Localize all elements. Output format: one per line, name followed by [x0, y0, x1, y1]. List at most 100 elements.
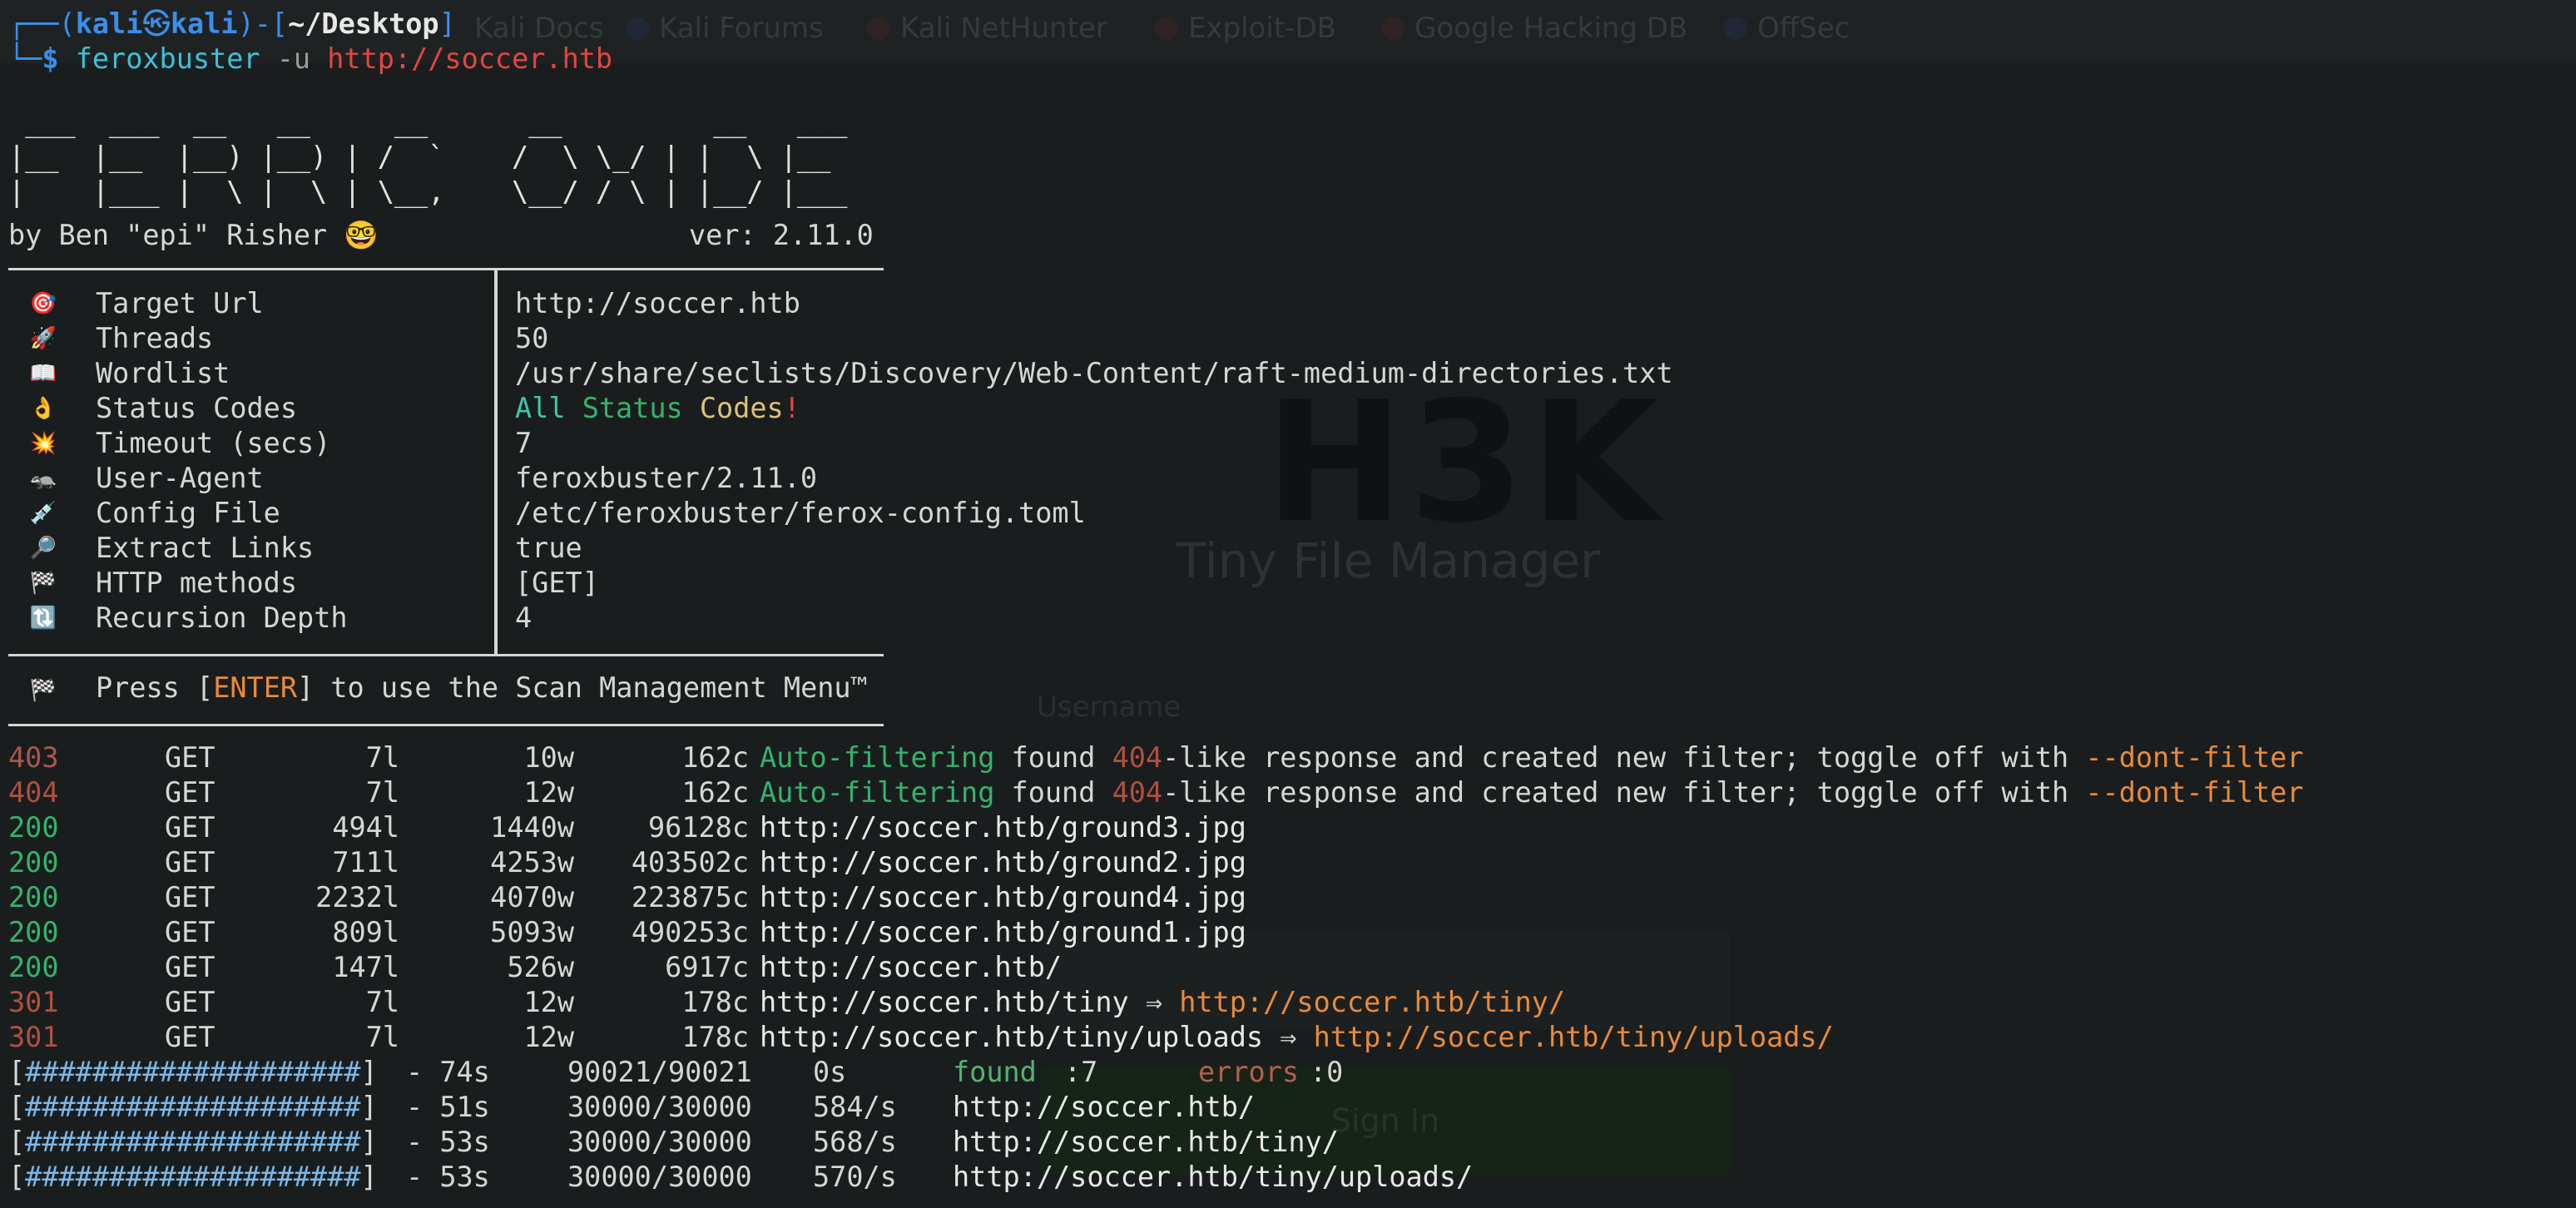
- result-url[interactable]: http://soccer.htb/ground4.jpg: [760, 881, 1246, 913]
- checkered-flag-icon: 🏁: [29, 571, 57, 596]
- result-row: 200 GET 809l 5093w 490253c http://soccer.htb/…: [8, 915, 2504, 950]
- config-key: Target Url: [96, 287, 264, 319]
- request-count: 30000/30000: [567, 1091, 752, 1123]
- status-codes-part: Status: [582, 392, 683, 424]
- result-detail: http://soccer.htb/: [760, 950, 1062, 985]
- status-code: 200: [8, 951, 59, 983]
- terminal[interactable]: ┌──(kali㉿kali)-[~/Desktop] └─$ feroxbust…: [8, 0, 2571, 1208]
- status-code: 403: [8, 741, 59, 774]
- result-detail: http://soccer.htb/tiny/uploads ⇒ http://…: [760, 1020, 1834, 1055]
- result-row: 200 GET 147l 526w 6917c http://soccer.htb/: [8, 950, 2504, 985]
- filter-message: -like response and created new filter; t…: [1162, 776, 2069, 809]
- result-url[interactable]: http://soccer.htb/tiny: [760, 986, 1129, 1018]
- config-value: feroxbuster/2.11.0: [515, 462, 818, 494]
- progress-row: [####################] - 51s 30000/30000 58…: [8, 1090, 2005, 1125]
- http-method: GET: [165, 811, 215, 844]
- line-count: 494l: [332, 811, 399, 844]
- word-count: 1440w: [490, 811, 574, 844]
- result-url[interactable]: http://soccer.htb/ground2.jpg: [760, 846, 1246, 879]
- prompt-frame: ]: [438, 7, 456, 40]
- word-count: 12w: [523, 776, 574, 809]
- request-rate: 584/s: [813, 1091, 897, 1123]
- progress-bar-fill: ####################: [25, 1091, 361, 1123]
- progress-bar-fill: ####################: [25, 1126, 361, 1158]
- status-codes-part: Codes: [699, 392, 784, 424]
- char-count: 403502c: [631, 846, 749, 879]
- command-flag: -u: [276, 42, 311, 75]
- status-code: 200: [8, 881, 59, 913]
- progress-url: http://soccer.htb/: [953, 1091, 1256, 1123]
- command-name: feroxbuster: [75, 42, 260, 75]
- status-code: 404: [8, 776, 59, 809]
- char-count: 178c: [681, 986, 749, 1018]
- config-key: Config File: [96, 497, 280, 529]
- result-row: 404 GET 7l 12w 162c Auto-filtering found 404-…: [8, 775, 2504, 810]
- timeout-icon: 💥: [29, 431, 57, 456]
- ok-hand-icon: 👌: [29, 396, 57, 421]
- errors-label: errors: [1198, 1056, 1300, 1088]
- result-url[interactable]: http://soccer.htb/ground3.jpg: [760, 811, 1246, 844]
- result-row: 301 GET 7l 12w 178c http://soccer.htb/tiny ⇒ …: [8, 985, 2504, 1020]
- dont-filter-flag: --dont-filter: [2085, 741, 2304, 774]
- http-method: GET: [165, 776, 215, 809]
- word-count: 4070w: [490, 881, 574, 913]
- result-detail: Auto-filtering found 404-like response a…: [760, 740, 2304, 775]
- line-count: 7l: [365, 776, 399, 809]
- menu-text: Press [: [96, 671, 214, 704]
- progress-bar: [####################]: [8, 1161, 378, 1193]
- command-url: http://soccer.htb: [327, 42, 613, 75]
- rocket-icon: 🚀: [29, 326, 57, 351]
- progress-bar-fill: ####################: [25, 1161, 361, 1193]
- result-detail: Auto-filtering found 404-like response a…: [760, 775, 2304, 810]
- config-value: /etc/feroxbuster/ferox-config.toml: [515, 497, 1086, 529]
- status-code: 301: [8, 1021, 59, 1053]
- elapsed-time: - 53s: [406, 1126, 490, 1158]
- redirect-url[interactable]: http://soccer.htb/tiny/: [1179, 986, 1565, 1018]
- config-value: true: [515, 532, 582, 564]
- target-icon: 🎯: [29, 291, 57, 316]
- status-code: 301: [8, 986, 59, 1018]
- found-label: found: [953, 1056, 1037, 1088]
- result-row: 301 GET 7l 12w 178c http://soccer.htb/tiny/up…: [8, 1020, 2504, 1055]
- errors-value: :0: [1310, 1056, 1344, 1088]
- config-value: 4: [515, 602, 533, 634]
- redirect-arrow-icon: ⇒: [1145, 986, 1163, 1018]
- prompt-frame: )-[: [237, 7, 289, 40]
- recursion-icon: 🔃: [29, 606, 57, 631]
- result-url[interactable]: http://soccer.htb/: [760, 951, 1062, 983]
- checkered-flag-icon: 🏁: [29, 678, 57, 703]
- prompt-dollar: $: [42, 42, 59, 75]
- book-icon: 📖: [29, 361, 57, 386]
- config-value: http://soccer.htb: [515, 287, 800, 319]
- char-count: 223875c: [631, 881, 749, 913]
- progress-bar: [####################]: [8, 1126, 378, 1158]
- progress-row: [####################] - 74s 90021/90021 0s…: [8, 1055, 2005, 1090]
- progress-url: http://soccer.htb/tiny/uploads/: [953, 1161, 1474, 1193]
- line-count: 7l: [365, 741, 399, 774]
- prompt-host: kali: [170, 7, 238, 40]
- config-key: Extract Links: [96, 532, 315, 564]
- banner-version: ver: 2.11.0: [689, 219, 874, 251]
- magnifier-icon: 🔎: [29, 536, 57, 561]
- result-url[interactable]: http://soccer.htb/ground1.jpg: [760, 916, 1246, 948]
- request-count: 90021/90021: [567, 1056, 752, 1088]
- result-row: 403 GET 7l 10w 162c Auto-filtering found 404-…: [8, 740, 2504, 775]
- progress-row: [####################] - 53s 30000/30000 57…: [8, 1160, 2005, 1195]
- result-url[interactable]: http://soccer.htb/tiny/uploads: [760, 1021, 1263, 1053]
- divider: [8, 654, 884, 656]
- word-count: 10w: [523, 741, 574, 774]
- elapsed-time: - 51s: [406, 1091, 490, 1123]
- redirect-arrow-icon: ⇒: [1280, 1021, 1297, 1053]
- result-detail: http://soccer.htb/tiny ⇒ http://soccer.h…: [760, 985, 1565, 1020]
- banner-author: by Ben "epi" Risher 🤓: [8, 219, 379, 251]
- result-detail: http://soccer.htb/ground1.jpg: [760, 915, 1246, 950]
- redirect-url[interactable]: http://soccer.htb/tiny/uploads/: [1314, 1021, 1834, 1053]
- config-divider: [494, 270, 498, 654]
- divider: [8, 268, 884, 270]
- config-key: Wordlist: [96, 357, 230, 389]
- line-count: 809l: [332, 916, 399, 948]
- request-count: 30000/30000: [567, 1161, 752, 1193]
- request-count: 30000/30000: [567, 1126, 752, 1158]
- http-method: GET: [165, 1021, 215, 1053]
- progress-bar: [####################]: [8, 1056, 378, 1088]
